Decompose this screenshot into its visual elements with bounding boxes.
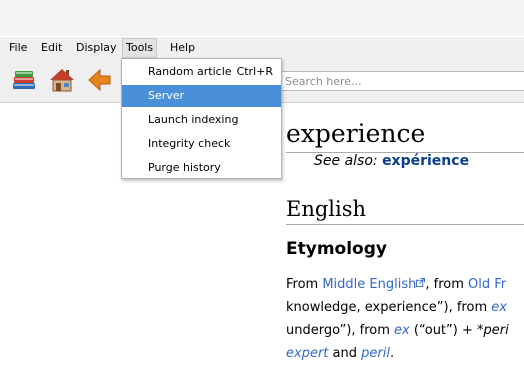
search-input[interactable] — [271, 72, 524, 90]
page-title: experience — [286, 119, 426, 148]
menu-item-purge-history[interactable]: Purge history — [122, 157, 281, 179]
link-ex[interactable]: ex — [491, 300, 507, 315]
paragraph-line: expert and peril. — [286, 342, 524, 365]
link-peril[interactable]: peril — [361, 346, 390, 361]
title-bar — [0, 0, 524, 36]
menu-item-label: Server — [148, 89, 185, 102]
paragraph-line: knowledge, experience”), from ex — [286, 296, 524, 319]
menu-help[interactable]: Help — [170, 40, 195, 56]
shortcut-label: Ctrl+R — [236, 65, 273, 78]
text: . — [389, 346, 395, 361]
back-arrow-icon[interactable] — [86, 66, 114, 94]
paragraph-line: undergo”), from ex (“out”) + *peri — [286, 319, 524, 342]
menu-item-label: Purge history — [148, 161, 221, 174]
see-also-link[interactable]: expérience — [382, 153, 469, 169]
link-old-french[interactable]: Old Fr — [468, 277, 506, 292]
paragraph-line: From Middle English , from Old Fr — [286, 273, 524, 296]
menu-bar: File Edit Display Tools Help — [0, 37, 524, 58]
language-divider — [286, 224, 524, 225]
etymology-paragraph: From Middle English , from Old Fr knowled… — [286, 273, 524, 365]
menu-item-launch-indexing[interactable]: Launch indexing — [122, 109, 281, 131]
menu-item-label: Random article — [148, 65, 232, 78]
text: *peri — [477, 323, 509, 338]
menu-item-label: Integrity check — [148, 137, 231, 150]
text: knowledge, experience”), from — [286, 300, 492, 315]
text: undergo”), from — [286, 323, 395, 338]
section-heading: Etymology — [286, 239, 387, 259]
search-field[interactable] — [270, 71, 524, 91]
see-also: See also: expérience — [314, 153, 469, 169]
see-also-label: See also: — [314, 153, 378, 169]
language-heading: English — [286, 197, 367, 221]
menu-edit[interactable]: Edit — [41, 40, 62, 56]
text: (“out”) + — [409, 323, 477, 338]
menu-item-random-article[interactable]: Random article Ctrl+R — [122, 61, 281, 83]
menu-item-server[interactable]: Server — [122, 85, 281, 107]
link-expert[interactable]: expert — [286, 346, 328, 361]
text: From — [286, 277, 323, 292]
library-books-icon[interactable] — [10, 66, 38, 94]
menu-tools[interactable]: Tools — [122, 38, 158, 58]
text: , from — [425, 277, 469, 292]
home-icon[interactable] — [48, 66, 76, 94]
tools-dropdown-menu: Random article Ctrl+R Server Launch inde… — [121, 58, 282, 179]
menu-item-label: Launch indexing — [148, 113, 239, 126]
link-ex-2[interactable]: ex — [394, 323, 410, 338]
menu-display[interactable]: Display — [76, 40, 117, 56]
menu-item-integrity-check[interactable]: Integrity check — [122, 133, 281, 155]
external-link-icon — [416, 278, 426, 287]
link-middle-english[interactable]: Middle English — [322, 277, 416, 292]
text: and — [328, 346, 362, 361]
menu-file[interactable]: File — [9, 40, 27, 56]
